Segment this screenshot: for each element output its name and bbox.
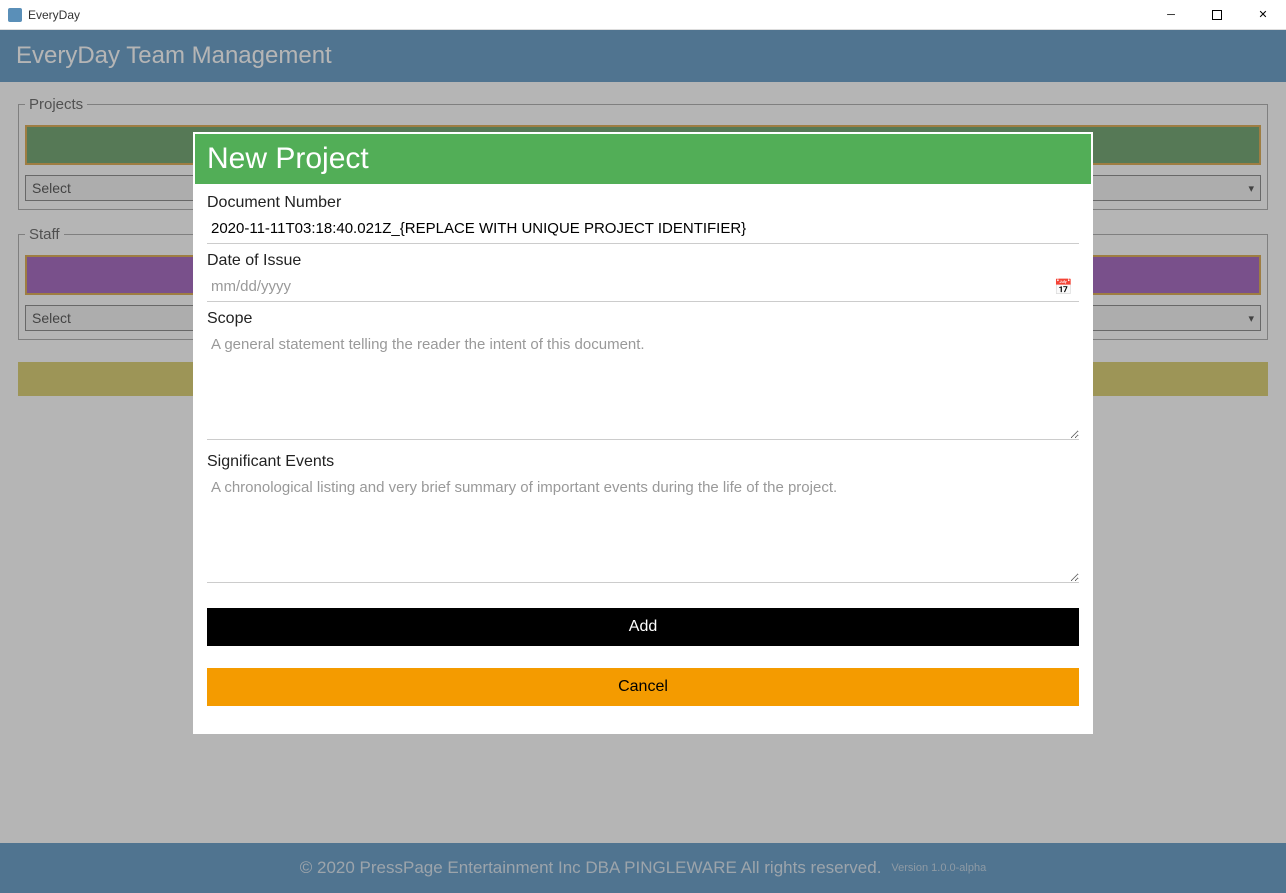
maximize-button[interactable] <box>1194 0 1240 30</box>
window-controls: ─ ✕ <box>1148 0 1286 30</box>
date-input[interactable] <box>207 272 1079 302</box>
events-textarea[interactable] <box>207 473 1079 583</box>
events-label: Significant Events <box>207 453 1079 471</box>
doc-number-label: Document Number <box>207 194 1079 212</box>
cancel-button[interactable]: Cancel <box>207 668 1079 706</box>
add-button[interactable]: Add <box>207 608 1079 646</box>
minimize-button[interactable]: ─ <box>1148 0 1194 30</box>
modal-title: New Project <box>195 134 1091 184</box>
scope-label: Scope <box>207 310 1079 328</box>
maximize-icon <box>1212 10 1222 20</box>
date-label: Date of Issue <box>207 252 1079 270</box>
app-icon <box>8 8 22 22</box>
calendar-icon[interactable]: 📅 <box>1054 278 1073 296</box>
window-title: EveryDay <box>28 8 80 22</box>
window-titlebar: EveryDay ─ ✕ <box>0 0 1286 30</box>
modal-overlay: New Project Document Number Date of Issu… <box>0 30 1286 893</box>
doc-number-input[interactable] <box>207 214 1079 244</box>
new-project-modal: New Project Document Number Date of Issu… <box>193 132 1093 734</box>
scope-textarea[interactable] <box>207 330 1079 440</box>
close-button[interactable]: ✕ <box>1240 0 1286 30</box>
